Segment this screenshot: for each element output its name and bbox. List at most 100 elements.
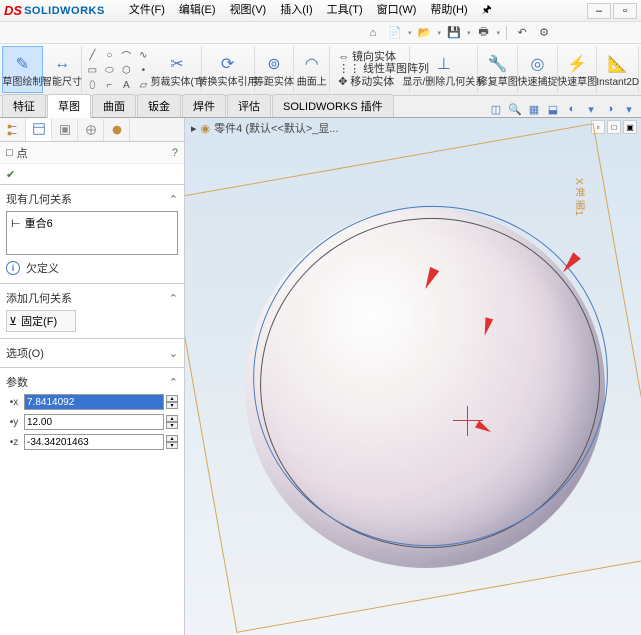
panel-help-icon[interactable]: ?	[172, 147, 178, 159]
menu-edit[interactable]: 编辑(E)	[173, 0, 222, 22]
y-spinner[interactable]: ▴▾	[166, 415, 178, 429]
menu-file[interactable]: 文件(F)	[123, 0, 171, 22]
line-icon[interactable]: ╱	[84, 48, 100, 62]
ribbon-rapid[interactable]: ⚡ 快速草图	[558, 46, 598, 93]
options-icon[interactable]: ⚙	[535, 24, 553, 42]
title-bar: DS SOLIDWORKS 文件(F) 编辑(E) 视图(V) 插入(I) 工具…	[0, 0, 641, 22]
print-icon[interactable]: 🖶	[475, 24, 493, 42]
x-spinner[interactable]: ▴▾	[166, 395, 178, 409]
relation-item[interactable]: ⊢ 重合6	[9, 214, 175, 232]
dropdown-icon[interactable]: ▾	[497, 29, 501, 37]
collapse-icon[interactable]: ⌃	[169, 193, 178, 206]
view-display-icon[interactable]: ◐	[564, 101, 580, 117]
dropdown-icon[interactable]: ▾	[408, 29, 412, 37]
ellipse-icon[interactable]: ⬯	[84, 78, 100, 92]
menu-tools[interactable]: 工具(T)	[321, 0, 369, 22]
ribbon-smart-dimension[interactable]: ↔ 智能尺寸	[43, 46, 83, 93]
panel-tab-config[interactable]	[52, 119, 78, 141]
circle-icon[interactable]: ○	[101, 48, 117, 62]
undo-icon[interactable]: ↶	[513, 24, 531, 42]
flyout-tree[interactable]: ▸ ◉ 零件4 (默认<<默认>_显...	[191, 120, 339, 136]
expand-icon[interactable]: ▸	[191, 122, 197, 135]
window-buttons: – ▫	[587, 3, 637, 19]
ok-icon[interactable]: ✔	[6, 168, 15, 181]
view-scene-icon[interactable]: ▾	[583, 101, 599, 117]
view-zoom-icon[interactable]: 🔍	[507, 101, 523, 117]
tab-sheetmetal[interactable]: 钣金	[137, 94, 181, 117]
slot-icon[interactable]: ⬭	[101, 63, 117, 77]
polygon-icon[interactable]: ⬡	[118, 63, 134, 77]
snap-icon: ◎	[525, 52, 549, 76]
tab-sketch[interactable]: 草图	[47, 94, 91, 118]
coincident-icon: ⊢	[11, 217, 21, 230]
tab-plugins[interactable]: SOLIDWORKS 插件	[272, 94, 394, 117]
vp-btn-2[interactable]: □	[607, 120, 621, 134]
restore-button[interactable]: ▫	[613, 3, 637, 19]
panel-tab-property-manager[interactable]	[26, 119, 52, 141]
panel-tab-dimxpert[interactable]	[78, 119, 104, 141]
expand-icon[interactable]: ⌄	[169, 347, 178, 360]
part-name[interactable]: 零件4 (默认<<默认>_显...	[214, 120, 338, 136]
ribbon-mirror-group[interactable]: ⇔ 镜向实体 ⋮⋮ 线性草图阵列 ✥ 移动实体	[330, 46, 410, 93]
panel-tab-display[interactable]	[104, 119, 130, 141]
app-name: SOLIDWORKS	[24, 5, 105, 17]
menu-search-icon[interactable]: 🖈	[476, 0, 498, 22]
param-z-input[interactable]	[24, 434, 164, 450]
plane-icon[interactable]: ▱	[135, 78, 151, 92]
ribbon-trim[interactable]: ✂ 剪裁实体(T)	[153, 46, 201, 93]
ribbon-snap[interactable]: ◎ 快速捕捉	[518, 46, 558, 93]
menu-window[interactable]: 窗口(W)	[371, 0, 423, 22]
fixed-relation-button[interactable]: ⊻ 固定(F)	[6, 310, 76, 332]
section-title: 现有几何关系	[6, 191, 72, 207]
panel-tab-feature-tree[interactable]	[0, 119, 26, 141]
param-x-input[interactable]	[24, 394, 164, 410]
rect-icon[interactable]: ▭	[84, 63, 100, 77]
vp-btn-3[interactable]: ▣	[623, 120, 637, 134]
ribbon-instant2d[interactable]: 📐 Instant2D	[597, 46, 639, 93]
home-icon[interactable]: ⌂	[364, 24, 382, 42]
view-orient-icon[interactable]: ⬓	[545, 101, 561, 117]
z-spinner[interactable]: ▴▾	[166, 435, 178, 449]
tab-feature[interactable]: 特征	[2, 94, 46, 117]
tab-evaluate[interactable]: 评估	[227, 94, 271, 117]
dropdown-icon[interactable]: ▾	[467, 29, 471, 37]
ribbon-sketch[interactable]: ✎ 草图绘制	[2, 46, 43, 93]
parameters-section: 参数⌃ •x ▴▾ •y ▴▾ •z ▴▾	[0, 367, 184, 456]
point-icon[interactable]: •	[135, 63, 151, 77]
menu-help[interactable]: 帮助(H)	[424, 0, 473, 22]
fillet-icon[interactable]: ⌐	[101, 78, 117, 92]
view-section-icon[interactable]: ▦	[526, 101, 542, 117]
view-cube-icon[interactable]: ◫	[488, 101, 504, 117]
arc-icon[interactable]: ⌒	[118, 48, 134, 62]
y-label-icon: •y	[6, 417, 22, 428]
ribbon-offset[interactable]: ⊚ 等距实体	[255, 46, 295, 93]
collapse-icon[interactable]: ⌃	[169, 292, 178, 305]
dimension-icon: ↔	[50, 52, 74, 76]
spline-icon[interactable]: ∿	[135, 48, 151, 62]
text-icon[interactable]: A	[118, 78, 134, 92]
ribbon-convert[interactable]: ⟳ 转换实体引用	[202, 46, 255, 93]
param-x-row: •x ▴▾	[6, 392, 178, 412]
collapse-icon[interactable]: ⌃	[169, 376, 178, 389]
ribbon-relations[interactable]: ⊥ 显示/删除几何关系	[410, 46, 478, 93]
tab-surface[interactable]: 曲面	[92, 94, 136, 117]
dropdown-icon[interactable]: ▾	[438, 29, 442, 37]
part-icon: ◉	[201, 122, 211, 135]
menu-view[interactable]: 视图(V)	[224, 0, 273, 22]
new-icon[interactable]: 📄	[386, 24, 404, 42]
ribbon-repair[interactable]: 🔧 修复草图	[478, 46, 518, 93]
menu-insert[interactable]: 插入(I)	[274, 0, 318, 22]
ribbon-surface[interactable]: ◠ 曲面上	[294, 46, 330, 93]
view-hide-icon[interactable]: ◑	[602, 101, 618, 117]
minimize-button[interactable]: –	[587, 3, 611, 19]
param-y-input[interactable]	[24, 414, 164, 430]
rapid-icon: ⚡	[565, 52, 589, 76]
save-icon[interactable]: 💾	[445, 24, 463, 42]
tab-weldment[interactable]: 焊件	[182, 94, 226, 117]
x-label-icon: •x	[6, 397, 22, 408]
model-geometry[interactable]	[225, 188, 625, 588]
open-icon[interactable]: 📂	[416, 24, 434, 42]
view-appearance-icon[interactable]: ▾	[621, 101, 637, 117]
relations-listbox[interactable]: ⊢ 重合6	[6, 211, 178, 255]
graphics-viewport[interactable]: ▸ ◉ 零件4 (默认<<默认>_显... ▫ □ ▣ X 准 面1	[185, 118, 641, 635]
